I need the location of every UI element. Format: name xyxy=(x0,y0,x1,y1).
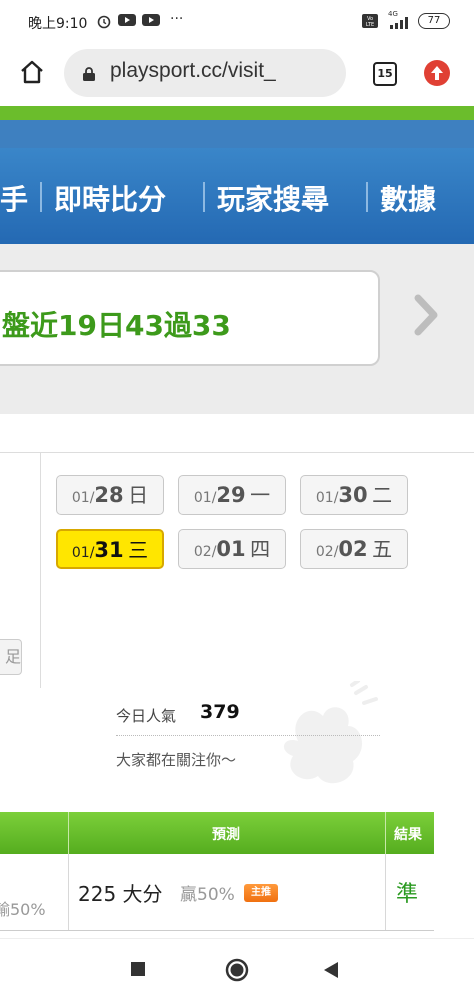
date-button-0201[interactable]: 02/01 四 xyxy=(178,529,286,569)
record-banner[interactable]: 盤近19日43過33 xyxy=(0,270,380,366)
youtube-icon xyxy=(142,13,160,31)
date-month: 01/ xyxy=(71,545,95,561)
lock-icon xyxy=(82,66,96,81)
mascot-watermark xyxy=(283,681,378,784)
nav-item-data[interactable]: 數據 xyxy=(380,178,436,218)
url-text: playsport.cc/visit_ xyxy=(110,59,276,82)
date-button-0202[interactable]: 02/02 五 xyxy=(300,529,408,569)
status-time: 晚上9:10 xyxy=(28,16,88,32)
date-weekday: 日 xyxy=(128,483,149,507)
header-prediction: 預測 xyxy=(212,827,240,843)
record-banner-area: 盤近19日43過33 xyxy=(0,244,474,414)
watch-message: 大家都在關注你～ xyxy=(116,751,237,769)
volte-icon: Vo LTE xyxy=(362,14,378,32)
prediction-pick: 225 大分 xyxy=(78,882,163,906)
popularity-value: 379 xyxy=(200,701,240,723)
date-weekday: 四 xyxy=(250,537,271,561)
table-header: 預測 結果 xyxy=(0,812,434,854)
recents-icon[interactable] xyxy=(130,961,146,981)
more-icon: ··· xyxy=(170,11,184,27)
column-divider xyxy=(385,812,386,854)
browser-toolbar: playsport.cc/visit_ 15 xyxy=(0,44,474,106)
column-divider xyxy=(68,812,69,854)
system-nav-bar xyxy=(0,938,474,1001)
svg-text:LTE: LTE xyxy=(366,22,374,28)
date-day: 01 xyxy=(216,537,246,561)
partial-cell: 輸50% xyxy=(0,900,46,919)
date-weekday: 五 xyxy=(372,537,393,561)
main-nav: 手 即時比分 玩家搜尋 數據 xyxy=(0,148,474,244)
date-day: 31 xyxy=(94,538,124,562)
date-month: 01/ xyxy=(193,490,217,506)
date-day: 30 xyxy=(338,483,368,507)
date-button-0129[interactable]: 01/29 一 xyxy=(178,475,286,515)
nav-item-live-score[interactable]: 即時比分 xyxy=(54,178,166,218)
back-icon[interactable] xyxy=(322,960,340,984)
date-month: 01/ xyxy=(71,490,95,506)
date-weekday: 二 xyxy=(372,483,393,507)
chevron-right-icon[interactable] xyxy=(410,292,442,338)
battery-icon: 77 xyxy=(418,13,450,29)
table-row: 輸50% 225 大分 贏50% 主推 準 xyxy=(0,854,434,931)
address-bar[interactable]: playsport.cc/visit_ xyxy=(64,49,346,97)
update-icon[interactable] xyxy=(424,60,450,86)
cell-divider xyxy=(385,854,386,930)
date-weekday: 一 xyxy=(250,483,271,507)
nav-divider xyxy=(40,182,42,212)
header-shade xyxy=(0,120,474,148)
date-weekday: 三 xyxy=(128,538,149,562)
date-button-0130[interactable]: 01/30 二 xyxy=(300,475,408,515)
header-accent-strip xyxy=(0,106,474,120)
date-day: 02 xyxy=(338,537,368,561)
date-month: 01/ xyxy=(315,490,339,506)
divider xyxy=(116,735,380,736)
nav-item-player-search[interactable]: 玩家搜尋 xyxy=(217,178,329,218)
home-icon[interactable] xyxy=(18,58,46,86)
date-panel: 足 01/28 日 01/29 一 01/30 二 01/31 三 02/01 … xyxy=(0,452,474,813)
date-day: 28 xyxy=(94,483,124,507)
record-text: 盤近19日43過33 xyxy=(2,309,231,342)
date-month: 02/ xyxy=(193,544,217,560)
partial-tag[interactable]: 足 xyxy=(0,639,22,675)
panel-divider xyxy=(40,453,41,688)
result-value: 準 xyxy=(396,882,419,907)
cell-divider xyxy=(68,854,69,930)
date-month: 02/ xyxy=(315,544,339,560)
youtube-icon xyxy=(118,13,136,31)
popularity-label: 今日人氣 xyxy=(116,707,177,725)
date-button-0128[interactable]: 01/28 日 xyxy=(56,475,164,515)
date-day: 29 xyxy=(216,483,246,507)
tab-switcher-button[interactable]: 15 xyxy=(373,62,397,86)
date-button-0131[interactable]: 01/31 三 xyxy=(56,529,164,569)
decorative-wave xyxy=(0,394,474,408)
nav-divider xyxy=(203,182,205,212)
partial-tag-label: 足 xyxy=(4,647,21,666)
prediction-rate: 贏50% xyxy=(180,885,235,905)
signal-icon xyxy=(388,17,410,33)
status-bar: 晚上9:10 ··· Vo LTE 4G 77 xyxy=(0,0,474,44)
header-result: 結果 xyxy=(394,827,422,843)
nav-divider xyxy=(366,182,368,212)
nav-item-partial[interactable]: 手 xyxy=(0,178,28,218)
alarm-icon xyxy=(96,13,112,33)
home-nav-icon[interactable] xyxy=(225,958,249,986)
main-pick-badge: 主推 xyxy=(244,884,278,902)
